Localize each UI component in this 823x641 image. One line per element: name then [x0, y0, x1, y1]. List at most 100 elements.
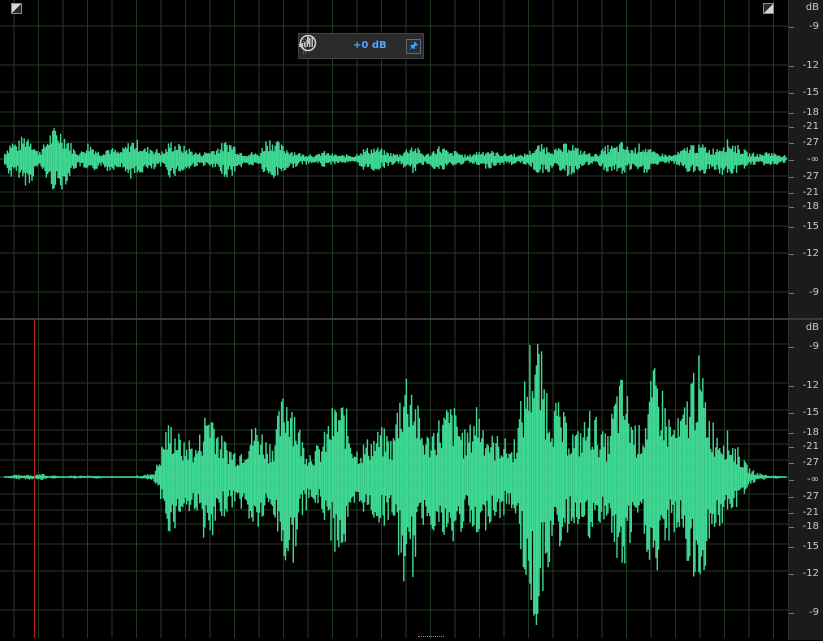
- waveform-sample: [62, 476, 64, 478]
- waveform-sample: [223, 441, 226, 517]
- waveform-sample: [587, 153, 590, 166]
- waveform-sample: [291, 411, 293, 525]
- waveform-sample: [473, 426, 475, 526]
- waveform-sample: [149, 149, 151, 167]
- waveform-sample: [414, 409, 417, 557]
- waveform-sample: [560, 149, 562, 171]
- waveform-sample: [403, 153, 405, 168]
- waveform-sample: [630, 150, 632, 169]
- waveform-sample: [139, 476, 141, 479]
- waveform-sample: [193, 456, 196, 510]
- waveform-sample: [767, 475, 769, 478]
- waveform-sample: [202, 154, 205, 167]
- bottom-channel-canvas[interactable]: [0, 320, 788, 638]
- waveform-sample: [310, 156, 313, 163]
- bottom-channel-waveform[interactable]: [0, 320, 788, 638]
- waveform-sample: [335, 412, 337, 515]
- waveform-sample: [88, 476, 90, 478]
- waveform-sample: [674, 155, 677, 162]
- waveform-sample: [594, 419, 596, 510]
- waveform-sample: [505, 453, 508, 504]
- waveform-sample: [165, 432, 167, 514]
- waveform-sample: [687, 438, 690, 561]
- waveform-sample: [591, 156, 593, 164]
- waveform-sample: [96, 153, 98, 169]
- waveform: [4, 128, 787, 190]
- pin-icon[interactable]: 🖈: [406, 39, 421, 54]
- waveform-sample: [621, 380, 623, 563]
- waveform-sample: [730, 148, 733, 174]
- waveform-sample: [659, 435, 661, 521]
- waveform-sample: [654, 368, 656, 541]
- gain-value[interactable]: +0 dB: [353, 40, 387, 51]
- waveform-sample: [628, 150, 630, 164]
- waveform-sample: [139, 150, 141, 173]
- waveform-sample: [459, 154, 461, 164]
- waveform-sample: [654, 151, 656, 164]
- waveform-sample: [525, 408, 527, 575]
- waveform-sample: [22, 476, 24, 479]
- waveform-sample: [191, 151, 193, 165]
- waveform-sample: [145, 151, 148, 167]
- waveform-sample: [222, 151, 224, 165]
- waveform-sample: [231, 459, 233, 508]
- waveform-sample: [382, 155, 384, 167]
- db-tick-mark: [789, 527, 794, 528]
- waveform-sample: [686, 401, 688, 561]
- waveform-sample: [379, 149, 382, 169]
- waveform-sample: [542, 399, 544, 592]
- waveform-sample: [696, 152, 699, 167]
- waveform-sample: [140, 151, 142, 173]
- waveform-sample: [219, 449, 222, 512]
- waveform-sample: [264, 151, 266, 172]
- waveform-sample: [781, 157, 783, 161]
- waveform-sample: [473, 154, 475, 164]
- playhead-cursor[interactable]: [34, 320, 35, 638]
- waveform-sample: [490, 447, 492, 522]
- waveform-sample: [505, 155, 508, 163]
- waveform-sample: [30, 143, 32, 175]
- waveform-sample: [730, 454, 733, 509]
- waveform-sample: [542, 149, 544, 173]
- waveform-sample: [271, 144, 274, 176]
- waveform-sample: [581, 154, 583, 166]
- waveform-sample: [778, 476, 781, 478]
- top-channel-waveform[interactable]: +0 dB 🖈: [0, 0, 788, 318]
- waveform-sample: [488, 153, 491, 169]
- waveform-sample: [469, 154, 471, 163]
- waveform-sample: [267, 463, 270, 503]
- waveform-sample: [225, 442, 227, 510]
- waveform-sample: [700, 147, 703, 170]
- maximize-channel-icon[interactable]: [763, 3, 774, 14]
- waveform-sample: [599, 154, 601, 167]
- waveform-sample: [784, 476, 786, 478]
- waveform-sample: [299, 429, 301, 499]
- waveform-sample: [410, 147, 413, 165]
- waveform-sample: [609, 435, 612, 509]
- power-icon[interactable]: [299, 34, 317, 52]
- resize-handle[interactable]: [418, 636, 444, 641]
- waveform-sample: [45, 145, 47, 178]
- waveform-sample: [630, 426, 632, 533]
- waveform-sample: [160, 465, 162, 499]
- waveform-sample: [525, 155, 527, 165]
- waveform-sample: [31, 476, 33, 480]
- waveform-sample: [725, 458, 727, 496]
- waveform-sample: [513, 439, 515, 509]
- waveform-sample: [213, 428, 215, 507]
- waveform-sample: [170, 142, 172, 171]
- waveform-sample: [287, 421, 289, 552]
- waveform-sample: [642, 445, 644, 500]
- waveform-sample: [707, 152, 709, 165]
- waveform-sample: [634, 425, 636, 508]
- waveform-sample: [455, 415, 457, 521]
- waveform-sample: [399, 402, 401, 511]
- waveform-sample: [559, 416, 561, 547]
- waveform-sample: [356, 451, 358, 492]
- waveform-sample: [381, 148, 383, 163]
- waveform-sample: [368, 455, 370, 505]
- minimize-channel-icon[interactable]: [11, 3, 22, 14]
- waveform-sample: [249, 444, 252, 511]
- waveform-sample: [421, 437, 423, 519]
- waveform-sample: [256, 435, 258, 513]
